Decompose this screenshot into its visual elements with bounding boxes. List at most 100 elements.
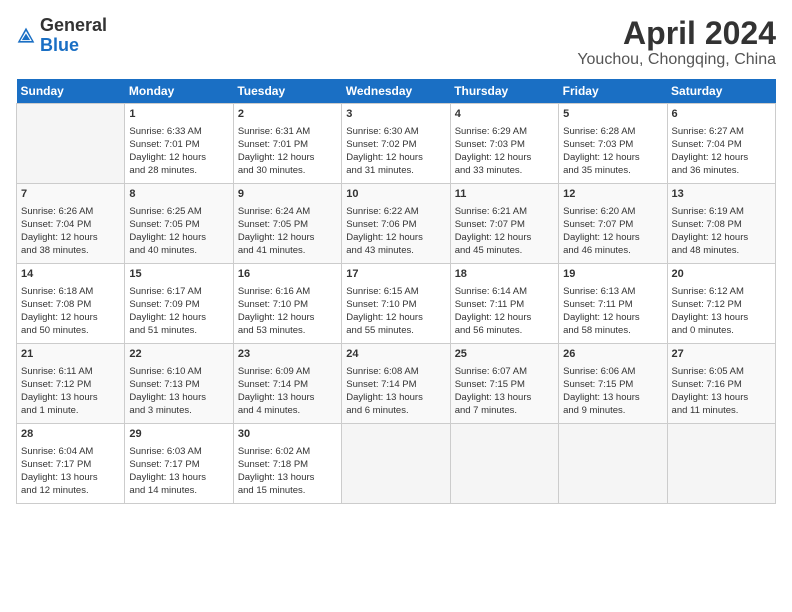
weekday-header: Tuesday <box>233 79 341 104</box>
day-info-line: and 56 minutes. <box>455 324 554 337</box>
day-number: 28 <box>21 427 120 442</box>
day-info-line: Sunrise: 6:27 AM <box>672 125 771 138</box>
day-info-line: and 33 minutes. <box>455 164 554 177</box>
day-info-line: Daylight: 13 hours <box>21 391 120 404</box>
day-info-line: Sunset: 7:08 PM <box>672 218 771 231</box>
day-info-line: Daylight: 13 hours <box>346 391 445 404</box>
day-info-line: and 28 minutes. <box>129 164 228 177</box>
day-info-line: Daylight: 13 hours <box>238 391 337 404</box>
day-info-line: and 38 minutes. <box>21 244 120 257</box>
day-info-line: Sunrise: 6:10 AM <box>129 365 228 378</box>
day-info-line: Sunset: 7:02 PM <box>346 138 445 151</box>
day-info-line: Daylight: 12 hours <box>238 151 337 164</box>
calendar-cell <box>342 424 450 504</box>
day-info-line: Sunset: 7:01 PM <box>129 138 228 151</box>
calendar-cell: 5Sunrise: 6:28 AMSunset: 7:03 PMDaylight… <box>559 104 667 184</box>
calendar-cell: 3Sunrise: 6:30 AMSunset: 7:02 PMDaylight… <box>342 104 450 184</box>
day-number: 17 <box>346 267 445 282</box>
day-info-line: and 31 minutes. <box>346 164 445 177</box>
calendar-cell <box>559 424 667 504</box>
day-info-line: and 46 minutes. <box>563 244 662 257</box>
calendar-cell: 29Sunrise: 6:03 AMSunset: 7:17 PMDayligh… <box>125 424 233 504</box>
day-info-line: Daylight: 12 hours <box>346 231 445 244</box>
calendar-cell: 18Sunrise: 6:14 AMSunset: 7:11 PMDayligh… <box>450 264 558 344</box>
day-info-line: Sunset: 7:14 PM <box>238 378 337 391</box>
day-info-line: Sunset: 7:07 PM <box>563 218 662 231</box>
day-number: 27 <box>672 347 771 362</box>
weekday-header: Thursday <box>450 79 558 104</box>
calendar-cell <box>667 424 775 504</box>
calendar-week-row: 28Sunrise: 6:04 AMSunset: 7:17 PMDayligh… <box>17 424 776 504</box>
day-info-line: Daylight: 12 hours <box>129 231 228 244</box>
calendar-cell: 27Sunrise: 6:05 AMSunset: 7:16 PMDayligh… <box>667 344 775 424</box>
calendar-cell: 30Sunrise: 6:02 AMSunset: 7:18 PMDayligh… <box>233 424 341 504</box>
day-info-line: Daylight: 13 hours <box>238 471 337 484</box>
logo: General Blue <box>16 16 107 56</box>
day-info-line: Sunset: 7:15 PM <box>455 378 554 391</box>
day-info-line: Sunrise: 6:21 AM <box>455 205 554 218</box>
day-number: 12 <box>563 187 662 202</box>
day-info-line: Daylight: 13 hours <box>672 311 771 324</box>
day-info-line: and 45 minutes. <box>455 244 554 257</box>
day-info-line: Daylight: 12 hours <box>21 311 120 324</box>
day-info-line: Sunrise: 6:03 AM <box>129 445 228 458</box>
day-number: 10 <box>346 187 445 202</box>
day-info-line: Sunrise: 6:22 AM <box>346 205 445 218</box>
day-info-line: and 50 minutes. <box>21 324 120 337</box>
day-info-line: Daylight: 12 hours <box>563 231 662 244</box>
day-info-line: Sunrise: 6:13 AM <box>563 285 662 298</box>
day-info-line: Sunrise: 6:20 AM <box>563 205 662 218</box>
day-info-line: Daylight: 12 hours <box>455 311 554 324</box>
day-info-line: Daylight: 12 hours <box>129 311 228 324</box>
day-info-line: and 7 minutes. <box>455 404 554 417</box>
calendar-cell: 21Sunrise: 6:11 AMSunset: 7:12 PMDayligh… <box>17 344 125 424</box>
day-info-line: and 55 minutes. <box>346 324 445 337</box>
day-info-line: and 12 minutes. <box>21 484 120 497</box>
day-number: 22 <box>129 347 228 362</box>
day-info-line: Sunrise: 6:06 AM <box>563 365 662 378</box>
day-info-line: Daylight: 12 hours <box>563 311 662 324</box>
calendar-cell: 7Sunrise: 6:26 AMSunset: 7:04 PMDaylight… <box>17 184 125 264</box>
calendar-cell <box>17 104 125 184</box>
day-info-line: Daylight: 13 hours <box>129 471 228 484</box>
weekday-header-row: SundayMondayTuesdayWednesdayThursdayFrid… <box>17 79 776 104</box>
day-info-line: Sunrise: 6:05 AM <box>672 365 771 378</box>
day-number: 2 <box>238 107 337 122</box>
day-info-line: Sunrise: 6:08 AM <box>346 365 445 378</box>
day-info-line: and 9 minutes. <box>563 404 662 417</box>
day-info-line: and 11 minutes. <box>672 404 771 417</box>
day-info-line: Sunrise: 6:18 AM <box>21 285 120 298</box>
day-info-line: Sunset: 7:10 PM <box>238 298 337 311</box>
day-number: 24 <box>346 347 445 362</box>
day-info-line: Sunrise: 6:19 AM <box>672 205 771 218</box>
day-info-line: Sunset: 7:09 PM <box>129 298 228 311</box>
calendar-cell: 14Sunrise: 6:18 AMSunset: 7:08 PMDayligh… <box>17 264 125 344</box>
day-info-line: Daylight: 12 hours <box>672 231 771 244</box>
day-info-line: and 4 minutes. <box>238 404 337 417</box>
day-info-line: Sunrise: 6:31 AM <box>238 125 337 138</box>
calendar-cell <box>450 424 558 504</box>
day-info-line: and 36 minutes. <box>672 164 771 177</box>
logo-text: General Blue <box>40 16 107 56</box>
day-info-line: Sunset: 7:04 PM <box>21 218 120 231</box>
day-info-line: and 0 minutes. <box>672 324 771 337</box>
calendar-cell: 9Sunrise: 6:24 AMSunset: 7:05 PMDaylight… <box>233 184 341 264</box>
day-info-line: Sunset: 7:12 PM <box>672 298 771 311</box>
day-info-line: Sunset: 7:12 PM <box>21 378 120 391</box>
calendar-cell: 17Sunrise: 6:15 AMSunset: 7:10 PMDayligh… <box>342 264 450 344</box>
day-info-line: Sunset: 7:03 PM <box>455 138 554 151</box>
day-info-line: Sunset: 7:08 PM <box>21 298 120 311</box>
day-info-line: Daylight: 12 hours <box>455 231 554 244</box>
day-number: 16 <box>238 267 337 282</box>
day-info-line: Sunset: 7:17 PM <box>21 458 120 471</box>
day-info-line: and 30 minutes. <box>238 164 337 177</box>
day-info-line: Daylight: 12 hours <box>346 311 445 324</box>
calendar-cell: 23Sunrise: 6:09 AMSunset: 7:14 PMDayligh… <box>233 344 341 424</box>
day-number: 13 <box>672 187 771 202</box>
day-info-line: Sunset: 7:01 PM <box>238 138 337 151</box>
month-title: April 2024 <box>577 16 776 51</box>
day-number: 3 <box>346 107 445 122</box>
day-info-line: Daylight: 12 hours <box>346 151 445 164</box>
calendar-week-row: 14Sunrise: 6:18 AMSunset: 7:08 PMDayligh… <box>17 264 776 344</box>
day-info-line: and 35 minutes. <box>563 164 662 177</box>
